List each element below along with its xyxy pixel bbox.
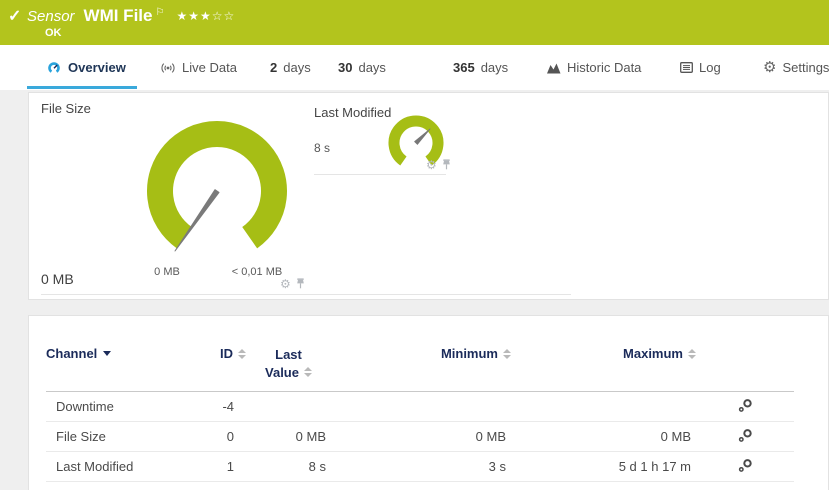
channel-last-value-cell: 8 s	[246, 452, 331, 482]
area-chart-icon	[547, 62, 561, 74]
minimum-header-label: Minimum	[441, 346, 498, 361]
status-check-icon: ✓	[8, 6, 21, 26]
tab-settings-label: Settings	[782, 60, 829, 75]
tab-30-days[interactable]: 30 days	[338, 45, 386, 90]
channel-minimum-cell: 0 MB	[331, 422, 511, 452]
tab-2-days-number: 2	[270, 60, 277, 75]
widget-divider	[41, 294, 571, 295]
tab-historic-data-label: Historic Data	[567, 60, 641, 75]
channels-panel: Channel ID Last Value Minimum Maximum	[28, 315, 829, 490]
tab-log-label: Log	[699, 60, 721, 75]
file-size-current-value: 0 MB	[41, 271, 74, 287]
channel-id-cell: -4	[196, 392, 246, 422]
active-tab-indicator	[27, 86, 137, 89]
channel-minimum-cell	[331, 392, 511, 422]
column-header-last-value[interactable]: Last Value	[246, 338, 331, 392]
gauges-panel: File Size 0 MB < 0,01 MB 0 MB ⚙ Last Mod…	[28, 92, 829, 300]
pin-icon[interactable]	[296, 278, 305, 289]
channel-maximum-cell: 5 d 1 h 17 m	[511, 452, 696, 482]
sensor-kind-label: Sensor	[27, 8, 75, 25]
sort-icon	[238, 349, 246, 359]
last-modified-title: Last Modified	[314, 105, 391, 120]
settings-gear-icon: ⚙	[763, 60, 776, 75]
gauge-icon	[47, 61, 62, 74]
pin-icon[interactable]	[442, 159, 451, 170]
chevron-down-icon	[103, 351, 111, 356]
channel-settings-icon[interactable]	[738, 428, 753, 443]
column-header-actions	[696, 338, 794, 392]
tab-live-data[interactable]: Live Data	[160, 45, 237, 90]
tab-settings[interactable]: ⚙ Settings	[763, 45, 829, 90]
tab-bar: Overview Live Data 2 days 30 days 365 da…	[0, 45, 829, 90]
last-value-header-line1: Last	[275, 347, 302, 362]
table-row: Last Modified 1 8 s 3 s 5 d 1 h 17 m	[46, 452, 794, 482]
table-header-row: Channel ID Last Value Minimum Maximum	[46, 338, 794, 392]
channel-maximum-cell: 0 MB	[511, 422, 696, 452]
tab-historic-data[interactable]: Historic Data	[547, 45, 641, 90]
tab-2-days[interactable]: 2 days	[270, 45, 311, 90]
tab-365-days[interactable]: 365 days	[453, 45, 508, 90]
file-size-title: File Size	[41, 101, 91, 116]
channel-last-value-cell	[246, 392, 331, 422]
channel-name-cell: Downtime	[46, 392, 196, 422]
tab-365-days-number: 365	[453, 60, 475, 75]
column-header-id[interactable]: ID	[196, 338, 246, 392]
tab-30-days-number: 30	[338, 60, 352, 75]
log-list-icon	[680, 62, 693, 73]
tab-log[interactable]: Log	[680, 45, 721, 90]
gauge-min-label: 0 MB	[139, 266, 195, 278]
tab-2-days-label: days	[283, 60, 310, 75]
channel-minimum-cell: 3 s	[331, 452, 511, 482]
status-text: OK	[45, 27, 62, 39]
table-row: File Size 0 0 MB 0 MB 0 MB	[46, 422, 794, 452]
sort-icon	[503, 349, 511, 359]
flag-icon[interactable]: ⚐	[155, 7, 164, 18]
live-data-icon	[160, 62, 176, 74]
channel-name-cell: File Size	[46, 422, 196, 452]
tab-overview-label: Overview	[68, 60, 126, 75]
channels-table: Channel ID Last Value Minimum Maximum	[46, 338, 794, 482]
sensor-title: WMI File	[84, 6, 153, 26]
table-row: Downtime -4	[46, 392, 794, 422]
column-header-minimum[interactable]: Minimum	[331, 338, 511, 392]
gauge-settings-gear-icon[interactable]: ⚙	[426, 159, 437, 171]
channel-settings-cell	[696, 452, 794, 482]
channel-settings-cell	[696, 422, 794, 452]
last-value-header-line2: Value	[265, 365, 299, 380]
column-header-maximum[interactable]: Maximum	[511, 338, 696, 392]
column-header-channel[interactable]: Channel	[46, 338, 196, 392]
channel-header-label: Channel	[46, 346, 97, 361]
channel-id-cell: 0	[196, 422, 246, 452]
tab-30-days-label: days	[358, 60, 385, 75]
sort-icon	[688, 349, 696, 359]
channel-settings-icon[interactable]	[738, 398, 753, 413]
channel-settings-cell	[696, 392, 794, 422]
tab-overview[interactable]: Overview	[47, 45, 126, 90]
sort-icon	[304, 367, 312, 377]
sensor-status-bar: ✓ Sensor WMI File ⚐ ★★★☆☆ OK	[0, 0, 829, 45]
prtg-sensor-page: ✓ Sensor WMI File ⚐ ★★★☆☆ OK Overview	[0, 0, 829, 490]
channel-name-cell: Last Modified	[46, 452, 196, 482]
maximum-header-label: Maximum	[623, 346, 683, 361]
gauge-settings-gear-icon[interactable]: ⚙	[280, 278, 291, 290]
channel-last-value-cell: 0 MB	[246, 422, 331, 452]
channel-id-cell: 1	[196, 452, 246, 482]
widget-divider	[314, 174, 446, 175]
tab-live-data-label: Live Data	[182, 60, 237, 75]
last-modified-current-value: 8 s	[314, 141, 330, 155]
channel-maximum-cell	[511, 392, 696, 422]
priority-stars[interactable]: ★★★☆☆	[176, 9, 235, 23]
file-size-gauge	[137, 111, 297, 261]
tab-365-days-label: days	[481, 60, 508, 75]
channel-settings-icon[interactable]	[738, 458, 753, 473]
id-header-label: ID	[220, 346, 233, 361]
